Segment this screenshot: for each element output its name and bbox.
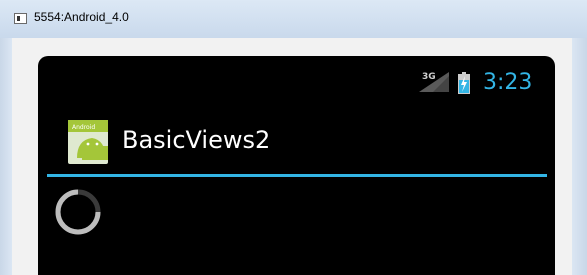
action-bar: Android BasicViews2	[38, 106, 555, 174]
window-title: 5554:Android_4.0	[34, 10, 129, 24]
window-frame-right	[572, 38, 587, 275]
window-titlebar[interactable]: 5554:Android_4.0	[0, 0, 587, 38]
action-bar-divider	[47, 174, 547, 177]
app-icon-label: Android	[72, 124, 95, 131]
window-icon	[14, 13, 27, 24]
network-type-label: 3G	[422, 72, 436, 82]
device-screen[interactable]: 3G 3:23 Android BasicViews2	[38, 56, 555, 275]
status-bar: 3G 3:23	[38, 56, 555, 106]
android-app-icon[interactable]: Android	[68, 120, 108, 164]
app-title: BasicViews2	[122, 126, 271, 154]
window-frame-left	[0, 38, 12, 275]
progress-spinner	[55, 189, 101, 235]
battery-charging-icon	[458, 72, 470, 94]
status-clock: 3:23	[483, 70, 533, 95]
